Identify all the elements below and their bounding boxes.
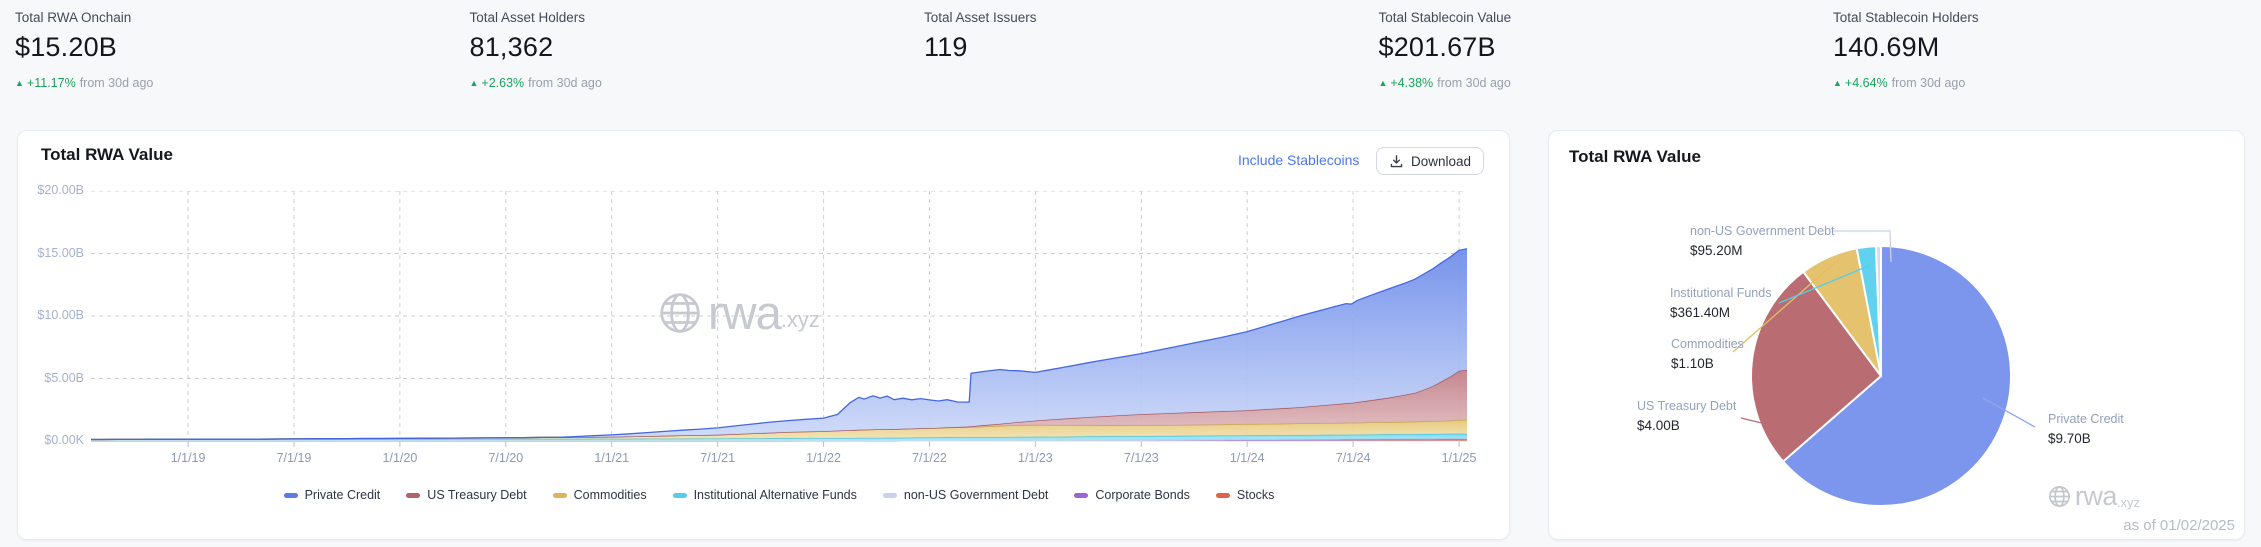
pie-label-name: Private Credit [2048,412,2124,427]
total-rwa-value-chart-card: Total RWA Value Include Stablecoins Down… [17,130,1510,540]
stat-value: $201.67B [1379,32,1834,63]
stat-label: Total RWA Onchain [15,10,470,25]
stat-change-suffix: from 30d ago [80,76,154,90]
legend-item[interactable]: US Treasury Debt [406,488,526,502]
up-triangle-icon: ▲ [15,78,24,88]
stat-change: ▲+2.63% from 30d ago [470,76,925,90]
pie-label-name: Institutional Funds [1670,286,1771,301]
stat-change-pct: +2.63% [481,76,524,90]
stat-value: $15.20B [15,32,470,63]
legend-item[interactable]: Commodities [553,488,647,502]
pie-label-commodities: Commodities $1.10B [1671,337,1744,371]
legend-color-chip [673,493,687,498]
pie-label-non-us-government-debt: non-US Government Debt $95.20M [1690,224,1835,258]
x-axis-label: 1/1/19 [148,451,228,465]
pie-label-value: $4.00B [1637,418,1736,433]
legend-label: Corporate Bonds [1095,488,1190,502]
x-axis-label: 7/1/22 [889,451,969,465]
pie-label-name: non-US Government Debt [1690,224,1835,239]
x-axis-label: 1/1/21 [572,451,652,465]
stat-total-stablecoin-value: Total Stablecoin Value $201.67B ▲+4.38% f… [1379,10,1834,90]
stats-row: Total RWA Onchain $15.20B ▲+11.17%from 3… [15,10,2261,90]
y-axis-label: $0.00K [20,433,84,447]
stat-value: 81,362 [470,32,925,63]
as-of-date: as of 01/02/2025 [2123,517,2235,534]
legend-color-chip [883,493,897,498]
stat-total-stablecoin-holders: Total Stablecoin Holders 140.69M ▲+4.64%… [1833,10,2261,90]
legend-label: Stocks [1237,488,1275,502]
x-axis-label: 7/1/21 [678,451,758,465]
stat-label: Total Asset Holders [470,10,925,25]
stat-change-pct: +4.64% [1845,76,1888,90]
y-axis-label: $20.00B [20,183,84,197]
x-axis-label: 1/1/20 [360,451,440,465]
legend-color-chip [1074,493,1088,498]
legend-label: Commodities [574,488,647,502]
stat-total-asset-issuers: Total Asset Issuers 119 [924,10,1379,90]
stat-change: ▲+4.64% from 30d ago [1833,76,2261,90]
chart-title: Total RWA Value [41,145,173,165]
legend-color-chip [284,493,298,498]
pie-label-value: $1.10B [1671,356,1744,371]
x-axis-label: 1/1/24 [1207,451,1287,465]
x-axis-label: 7/1/19 [254,451,334,465]
stat-change-suffix: from 30d ago [1437,76,1511,90]
legend-label: Institutional Alternative Funds [694,488,857,502]
stat-total-asset-holders: Total Asset Holders 81,362 ▲+2.63% from 3… [470,10,925,90]
stat-change-pct: +4.38% [1390,76,1433,90]
x-axis-label: 7/1/23 [1101,451,1181,465]
allocation-pie-chart [1549,131,2246,541]
y-axis-label: $5.00B [20,371,84,385]
x-axis-label: 1/1/22 [784,451,864,465]
pie-label-private-credit: Private Credit $9.70B [2048,412,2124,446]
total-rwa-value-pie-card: Total RWA Value rwa .xyz as of 01/02/202… [1548,130,2245,540]
up-triangle-icon: ▲ [470,78,479,88]
stat-value: 140.69M [1833,32,2261,63]
chart-title: Total RWA Value [1569,147,1701,167]
pie-label-value: $9.70B [2048,431,2124,446]
legend-item[interactable]: Stocks [1216,488,1275,502]
x-axis-label: 7/1/24 [1313,451,1393,465]
y-axis-label: $15.00B [20,246,84,260]
pie-label-value: $95.20M [1690,243,1835,258]
include-stablecoins-link[interactable]: Include Stablecoins [1238,152,1359,168]
y-axis-label: $10.00B [20,308,84,322]
chart-legend: Private Credit US Treasury Debt Commoditie… [91,488,1467,502]
legend-label: US Treasury Debt [427,488,526,502]
legend-label: Private Credit [305,488,381,502]
dashboard: { "stats": [ {"label":"Total RWA Onchain… [0,0,2261,547]
stat-change-suffix: from 30d ago [1892,76,1966,90]
x-axis-label: 1/1/25 [1419,451,1499,465]
legend-color-chip [1216,493,1230,498]
legend-label: non-US Government Debt [904,488,1049,502]
pie-label-institutional-funds: Institutional Funds $361.40M [1670,286,1771,320]
download-icon [1389,154,1404,169]
legend-item[interactable]: Private Credit [284,488,381,502]
download-button[interactable]: Download [1376,147,1484,175]
pie-label-name: Commodities [1671,337,1744,352]
stat-change: ▲+11.17% from 30d ago [15,76,470,90]
stat-label: Total Asset Issuers [924,10,1379,25]
pie-label-value: $361.40M [1670,305,1771,320]
stat-change: ▲+4.38% from 30d ago [1379,76,1834,90]
download-label: Download [1411,154,1471,169]
stat-change-pct: +11.17% [27,76,76,90]
up-triangle-icon: ▲ [1379,78,1388,88]
x-axis-label: 7/1/20 [466,451,546,465]
legend-item[interactable]: Corporate Bonds [1074,488,1190,502]
legend-color-chip [406,493,420,498]
stat-value: 119 [924,32,1379,63]
stacked-area-chart[interactable] [91,191,1467,449]
stat-label: Total Stablecoin Value [1379,10,1834,25]
legend-item[interactable]: Institutional Alternative Funds [673,488,857,502]
legend-color-chip [553,493,567,498]
stat-total-rwa-onchain: Total RWA Onchain $15.20B ▲+11.17% from 3… [15,10,470,90]
stat-change-suffix: from 30d ago [528,76,602,90]
up-triangle-icon: ▲ [1833,78,1842,88]
x-axis-label: 1/1/23 [995,451,1075,465]
stat-label: Total Stablecoin Holders [1833,10,2261,25]
legend-item[interactable]: non-US Government Debt [883,488,1049,502]
pie-label-name: US Treasury Debt [1637,399,1736,414]
pie-label-us-treasury-debt: US Treasury Debt $4.00B [1637,399,1736,433]
